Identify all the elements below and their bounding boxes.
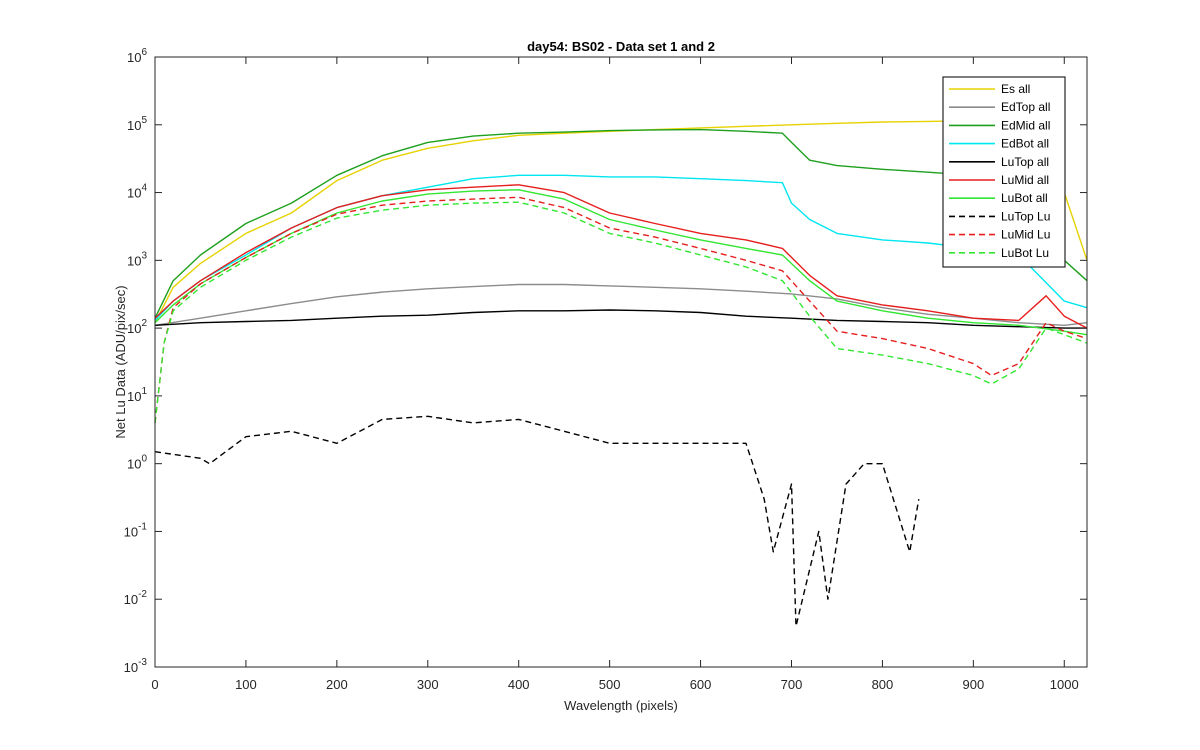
legend-label: EdMid all [1001, 118, 1050, 132]
x-tick-label: 600 [690, 677, 712, 692]
x-tick-label: 100 [235, 677, 257, 692]
x-tick-label: 300 [417, 677, 439, 692]
chart-title: day54: BS02 - Data set 1 and 2 [527, 39, 715, 54]
legend: Es all EdTop all EdMid all EdBot all LuTop a… [942, 76, 1066, 268]
legend-label: EdTop all [1001, 100, 1050, 114]
legend-label: LuTop Lu [1001, 209, 1050, 223]
legend-label: Es all [1001, 82, 1030, 96]
legend-label: LuTop all [1001, 155, 1049, 169]
x-tick-label: 400 [508, 677, 530, 692]
x-tick-label: 500 [599, 677, 621, 692]
legend-label: LuMid Lu [1001, 228, 1050, 242]
x-tick-label: 700 [781, 677, 803, 692]
legend-label: LuMid all [1001, 173, 1049, 187]
chart: 0 100 200 300 400 500 600 700 800 900 100010-310-2… [0, 0, 1200, 750]
x-tick-label: 1000 [1050, 677, 1079, 692]
x-axis-title: Wavelength (pixels) [564, 698, 678, 713]
x-tick-label: 900 [962, 677, 984, 692]
x-tick-label: 200 [326, 677, 348, 692]
legend-label: EdBot all [1001, 137, 1049, 151]
legend-label: LuBot all [1001, 191, 1048, 205]
x-tick-label: 0 [151, 677, 158, 692]
y-axis-title: Net Lu Data (ADU/pix/sec) [113, 285, 128, 438]
x-tick-label: 800 [872, 677, 894, 692]
legend-label: LuBot Lu [1001, 246, 1049, 260]
